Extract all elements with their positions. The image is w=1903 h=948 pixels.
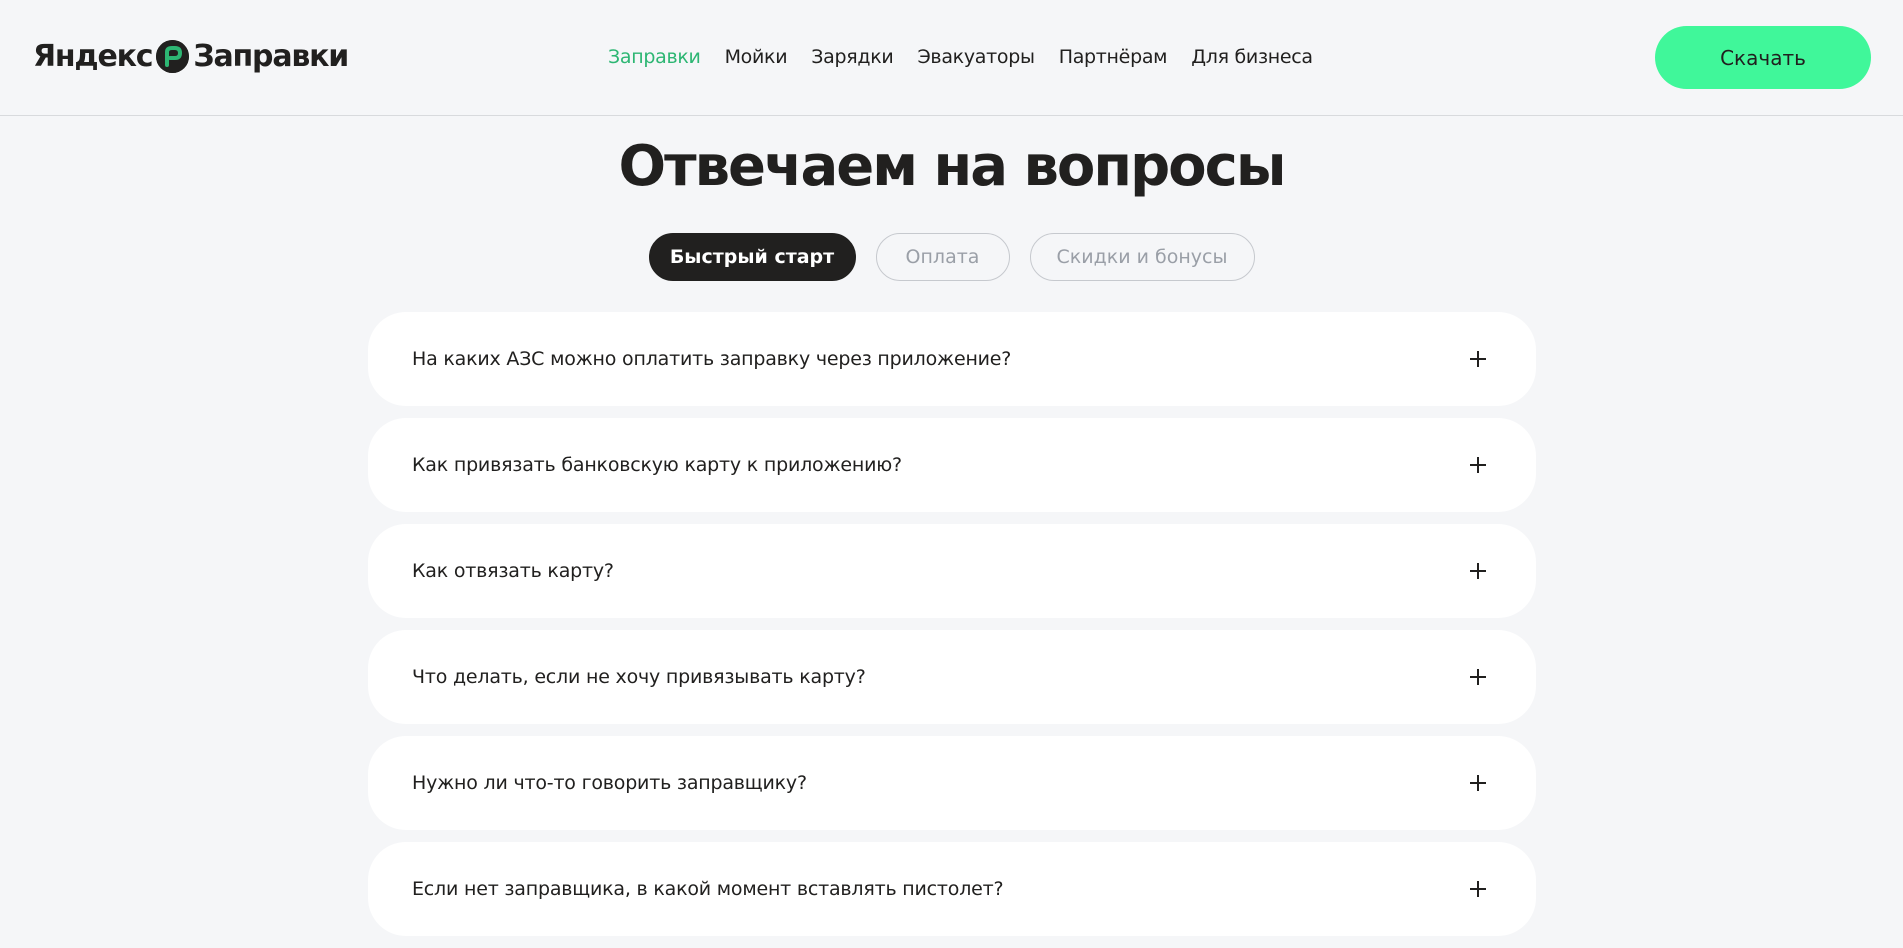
faq-item[interactable]: Как отвязать карту? [368,524,1536,618]
tab-quick-start[interactable]: Быстрый старт [648,233,856,281]
faq-question: На каких АЗС можно оплатить заправку чер… [412,348,1012,370]
plus-icon[interactable] [1470,563,1486,579]
logo-word-yandex: Яндекс [33,38,154,74]
faq-item[interactable]: На каких АЗС можно оплатить заправку чер… [368,312,1536,406]
nav-item-partners[interactable]: Партнёрам [1059,46,1168,68]
plus-icon[interactable] [1470,775,1486,791]
faq-category-tabs: Быстрый старт Оплата Скидки и бонусы [0,233,1903,281]
page-title: Отвечаем на вопросы [618,134,1287,199]
faq-question: Нужно ли что-то говорить заправщику? [412,772,807,794]
brand-logo[interactable]: Яндекс Заправки [33,36,349,76]
main-nav: Заправки Мойки Зарядки Эвакуаторы Партнё… [608,42,1337,72]
faq-item[interactable]: Если нет заправщика, в какой момент вста… [368,842,1536,936]
nav-item-zaryadki[interactable]: Зарядки [811,46,893,68]
faq-item[interactable]: Как привязать банковскую карту к приложе… [368,418,1536,512]
nav-item-business[interactable]: Для бизнеса [1191,46,1313,68]
faq-question: Что делать, если не хочу привязывать кар… [412,666,866,688]
site-header: Яндекс Заправки Заправки Мойки Зарядки Э… [0,0,1903,116]
faq-question: Как привязать банковскую карту к приложе… [412,454,902,476]
faq-question: Как отвязать карту? [412,560,614,582]
logo-word-zapravki: Заправки [193,38,349,74]
faq-question: Если нет заправщика, в какой момент вста… [412,878,1004,900]
nav-item-evakuatory[interactable]: Эвакуаторы [917,46,1035,68]
plus-icon[interactable] [1470,351,1486,367]
faq-item[interactable]: Что делать, если не хочу привязывать кар… [368,630,1536,724]
tab-payment[interactable]: Оплата [875,233,1010,281]
plus-icon[interactable] [1470,669,1486,685]
fuel-logo-icon [156,39,190,73]
faq-list: На каких АЗС можно оплатить заправку чер… [368,312,1536,948]
download-button[interactable]: Скачать [1655,26,1871,89]
plus-icon[interactable] [1470,457,1486,473]
plus-icon[interactable] [1470,881,1486,897]
tab-discounts-bonuses[interactable]: Скидки и бонусы [1029,233,1255,281]
nav-item-zapravki[interactable]: Заправки [608,46,701,68]
nav-item-moyki[interactable]: Мойки [725,46,788,68]
faq-item[interactable]: Нужно ли что-то говорить заправщику? [368,736,1536,830]
